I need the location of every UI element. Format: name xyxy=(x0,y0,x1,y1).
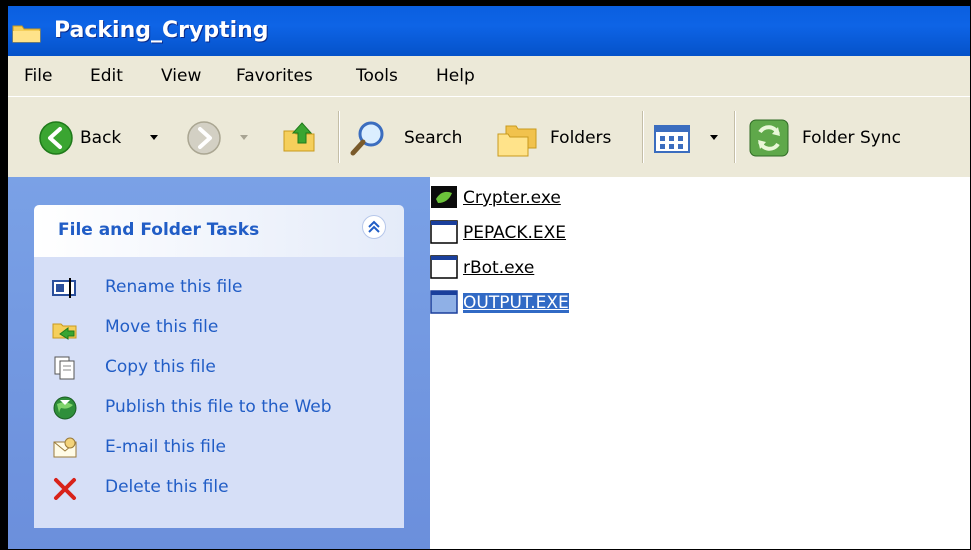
task-label: Move this file xyxy=(105,317,219,337)
folders-button[interactable]: Folders xyxy=(496,114,626,160)
toolbar-separator xyxy=(642,111,644,163)
email-icon xyxy=(52,436,78,460)
task-email[interactable]: E-mail this file xyxy=(52,434,392,462)
folder-sync-button[interactable]: Folder Sync xyxy=(748,114,948,160)
back-label: Back xyxy=(80,128,122,148)
window-exe-icon xyxy=(430,255,460,279)
task-move[interactable]: Move this file xyxy=(52,314,392,342)
up-folder-icon[interactable] xyxy=(280,117,320,161)
back-arrow-icon xyxy=(38,120,74,160)
menu-view[interactable]: View xyxy=(161,66,201,86)
window-exe-icon xyxy=(430,220,460,244)
task-rename[interactable]: Rename this file xyxy=(52,274,392,302)
menu-favorites[interactable]: Favorites xyxy=(236,66,313,86)
rename-icon xyxy=(52,276,78,300)
file-name: Crypter.exe xyxy=(463,188,561,208)
search-button[interactable]: Search xyxy=(348,114,480,160)
file-name: PEPACK.EXE xyxy=(463,223,567,243)
delete-icon xyxy=(52,476,78,500)
move-icon xyxy=(52,316,78,340)
menu-help[interactable]: Help xyxy=(436,66,475,86)
publish-web-icon xyxy=(52,396,78,420)
task-copy[interactable]: Copy this file xyxy=(52,354,392,382)
task-label: Rename this file xyxy=(105,277,243,297)
views-icon[interactable] xyxy=(654,125,690,157)
task-label: Copy this file xyxy=(105,357,216,377)
folders-icon xyxy=(496,118,540,162)
window-exe-icon xyxy=(430,290,460,314)
tasks-panel-title: File and Folder Tasks xyxy=(58,220,260,240)
folder-sync-label: Folder Sync xyxy=(802,128,901,148)
search-label: Search xyxy=(404,128,463,148)
task-publish-web[interactable]: Publish this file to the Web xyxy=(52,394,392,422)
task-label: Publish this file to the Web xyxy=(105,397,332,417)
tasks-panel-body: Rename this file Move this file Copy thi… xyxy=(34,257,404,528)
folder-sync-icon xyxy=(748,118,790,162)
forward-arrow-icon[interactable] xyxy=(186,120,222,160)
menu-bar: File Edit View Favorites Tools Help xyxy=(8,56,970,97)
copy-icon xyxy=(52,356,78,380)
toolbar-separator xyxy=(338,111,340,163)
task-label: Delete this file xyxy=(105,477,229,497)
task-label: E-mail this file xyxy=(105,437,227,457)
tasks-panel-header[interactable]: File and Folder Tasks xyxy=(34,205,404,257)
window-title: Packing_Crypting xyxy=(54,18,269,43)
file-list: Crypter.exe PEPACK.EXE rBot.exe OUTPUT.E… xyxy=(430,177,970,549)
forward-dropdown-icon[interactable] xyxy=(240,135,248,140)
menu-edit[interactable]: Edit xyxy=(90,66,123,86)
file-name: OUTPUT.EXE xyxy=(463,293,569,313)
crypter-exe-icon xyxy=(430,185,460,209)
menu-file[interactable]: File xyxy=(24,66,52,86)
title-bar[interactable]: Packing_Crypting xyxy=(8,6,970,56)
collapse-chevron-icon[interactable] xyxy=(362,215,386,239)
menu-tools[interactable]: Tools xyxy=(356,66,398,86)
toolbar: Back Search Folders Folder Sync xyxy=(8,96,970,178)
folders-label: Folders xyxy=(550,128,612,148)
views-dropdown-icon[interactable] xyxy=(710,135,718,140)
search-icon xyxy=(348,118,388,162)
back-dropdown-icon[interactable] xyxy=(150,135,158,140)
task-delete[interactable]: Delete this file xyxy=(52,474,392,502)
folder-icon xyxy=(12,22,42,44)
back-button[interactable]: Back xyxy=(38,114,168,160)
toolbar-separator xyxy=(734,111,736,163)
file-name: rBot.exe xyxy=(463,258,535,278)
